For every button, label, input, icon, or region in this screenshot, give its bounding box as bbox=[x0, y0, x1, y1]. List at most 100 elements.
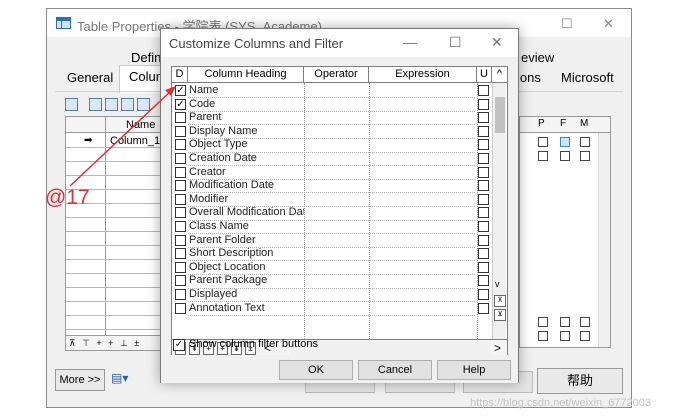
display-checkbox[interactable] bbox=[175, 180, 186, 192]
column-heading-cell[interactable]: Annotation Text bbox=[189, 302, 304, 315]
column-row[interactable]: Modification Date bbox=[172, 179, 492, 192]
column-row[interactable]: Creation Date bbox=[172, 152, 492, 165]
horizontal-scrollbar[interactable] bbox=[290, 342, 490, 355]
header-u[interactable]: U bbox=[477, 67, 492, 82]
scroll-up-icon[interactable]: ^ bbox=[492, 67, 507, 82]
column-row[interactable]: Short Description bbox=[172, 247, 492, 260]
u-checkbox[interactable] bbox=[478, 139, 489, 151]
insert-row-icon[interactable] bbox=[105, 98, 118, 111]
header-mandatory[interactable]: M bbox=[580, 118, 588, 129]
display-checkbox[interactable] bbox=[175, 221, 186, 232]
maximize-icon[interactable]: ☐ bbox=[449, 34, 462, 51]
mandatory-checkbox[interactable] bbox=[580, 331, 590, 341]
display-checkbox[interactable] bbox=[175, 275, 186, 287]
column-row[interactable]: Parent Package bbox=[172, 274, 492, 287]
tab-preview[interactable]: eview bbox=[521, 50, 554, 65]
display-checkbox[interactable]: ✓ bbox=[175, 98, 186, 110]
header-display[interactable]: D bbox=[172, 67, 188, 82]
tab-microsoft[interactable]: Microsoft bbox=[561, 70, 614, 85]
column-row[interactable]: Creator bbox=[172, 166, 492, 179]
model-options-icon[interactable]: ▤▾ bbox=[111, 371, 128, 385]
header-operator[interactable]: Operator bbox=[304, 67, 369, 82]
column-row[interactable]: Parent bbox=[172, 111, 492, 124]
column-row[interactable]: ✓ Code bbox=[172, 98, 492, 111]
u-checkbox[interactable] bbox=[478, 193, 489, 205]
display-checkbox[interactable] bbox=[175, 261, 186, 273]
display-checkbox[interactable] bbox=[175, 139, 186, 151]
pk-checkbox[interactable] bbox=[538, 151, 548, 161]
minimize-icon[interactable]: — bbox=[403, 34, 417, 50]
u-checkbox[interactable] bbox=[478, 112, 489, 124]
column-row[interactable]: Displayed bbox=[172, 288, 492, 301]
display-checkbox[interactable] bbox=[175, 112, 186, 124]
mandatory-checkbox[interactable] bbox=[580, 137, 590, 147]
column-row[interactable]: Class Name bbox=[172, 220, 492, 233]
back-vertical-scrollbar[interactable] bbox=[598, 133, 610, 347]
column-heading-cell[interactable]: Displayed bbox=[189, 288, 304, 301]
u-checkbox[interactable] bbox=[478, 153, 489, 164]
column-heading-cell[interactable]: Object Location bbox=[189, 261, 304, 274]
scroll-down-icon[interactable]: v bbox=[495, 279, 500, 289]
column-heading-cell[interactable]: Parent Folder bbox=[189, 234, 304, 247]
column-heading-cell[interactable]: Modification Date bbox=[189, 179, 304, 192]
fk-checkbox[interactable] bbox=[560, 331, 570, 341]
ok-button[interactable]: OK bbox=[279, 360, 353, 380]
maximize-icon[interactable]: ☐ bbox=[561, 16, 573, 32]
header-primary-key[interactable]: P bbox=[538, 118, 545, 129]
u-checkbox[interactable] bbox=[478, 289, 489, 300]
u-checkbox[interactable] bbox=[478, 85, 489, 96]
u-checkbox[interactable] bbox=[478, 248, 489, 260]
column-heading-cell[interactable]: Parent Package bbox=[189, 274, 304, 287]
pk-checkbox[interactable] bbox=[538, 331, 548, 341]
display-checkbox[interactable] bbox=[175, 207, 186, 219]
column-heading-cell[interactable]: Display Name bbox=[189, 125, 304, 138]
display-checkbox[interactable] bbox=[175, 125, 186, 137]
fk-checkbox[interactable] bbox=[560, 317, 570, 327]
tab-general[interactable]: General bbox=[67, 70, 113, 85]
tab-options[interactable]: ions bbox=[517, 70, 541, 85]
column-heading-cell[interactable]: Object Type bbox=[189, 138, 304, 151]
u-checkbox[interactable] bbox=[478, 302, 489, 314]
close-icon[interactable]: ✕ bbox=[491, 34, 503, 51]
back-grid-row-name[interactable]: Column_1 bbox=[110, 135, 160, 147]
column-heading-cell[interactable]: Parent bbox=[189, 111, 304, 124]
column-row[interactable]: Modifier bbox=[172, 193, 492, 206]
display-checkbox[interactable] bbox=[175, 153, 186, 164]
column-heading-cell[interactable]: Short Description bbox=[189, 247, 304, 260]
mandatory-checkbox[interactable] bbox=[580, 317, 590, 327]
header-expression[interactable]: Expression bbox=[369, 67, 477, 82]
u-checkbox[interactable] bbox=[478, 234, 489, 246]
column-heading-cell[interactable]: Code bbox=[189, 98, 304, 111]
column-heading-cell[interactable]: Name bbox=[189, 84, 304, 97]
column-heading-cell[interactable]: Class Name bbox=[189, 220, 304, 233]
column-row[interactable]: Parent Folder bbox=[172, 234, 492, 247]
display-checkbox[interactable] bbox=[175, 193, 186, 205]
help-button[interactable]: Help bbox=[437, 360, 511, 380]
column-heading-cell[interactable]: Overall Modification Dat bbox=[189, 206, 304, 219]
pk-checkbox[interactable] bbox=[538, 137, 548, 147]
display-checkbox[interactable] bbox=[175, 166, 186, 178]
display-checkbox[interactable] bbox=[175, 234, 186, 246]
column-heading-cell[interactable]: Creation Date bbox=[189, 152, 304, 165]
more-button[interactable]: More >> bbox=[55, 369, 105, 391]
u-checkbox[interactable] bbox=[478, 207, 489, 219]
u-checkbox[interactable] bbox=[478, 180, 489, 192]
scroll-right-icon[interactable]: > bbox=[494, 341, 501, 355]
move-top-icon[interactable]: ⊼ bbox=[494, 295, 506, 307]
display-checkbox[interactable] bbox=[175, 302, 186, 314]
header-foreign-key[interactable]: F bbox=[560, 118, 566, 129]
u-checkbox[interactable] bbox=[478, 125, 489, 137]
display-checkbox[interactable] bbox=[175, 248, 186, 260]
u-checkbox[interactable] bbox=[478, 98, 489, 110]
display-checkbox[interactable]: ✓ bbox=[175, 85, 186, 96]
back-grid-nav-bar[interactable]: ⊼ ⊤ + + ⊥ ± bbox=[65, 335, 163, 351]
column-row[interactable]: Annotation Text bbox=[172, 302, 492, 315]
copy-row-icon[interactable] bbox=[121, 98, 134, 111]
show-filter-checkbox[interactable]: ✓ bbox=[173, 339, 185, 351]
u-checkbox[interactable] bbox=[478, 275, 489, 287]
u-checkbox[interactable] bbox=[478, 261, 489, 273]
column-heading-cell[interactable]: Modifier bbox=[189, 193, 304, 206]
help-button-back[interactable]: 帮助 bbox=[537, 368, 623, 394]
column-row[interactable]: Object Location bbox=[172, 261, 492, 274]
display-checkbox[interactable] bbox=[175, 289, 186, 300]
